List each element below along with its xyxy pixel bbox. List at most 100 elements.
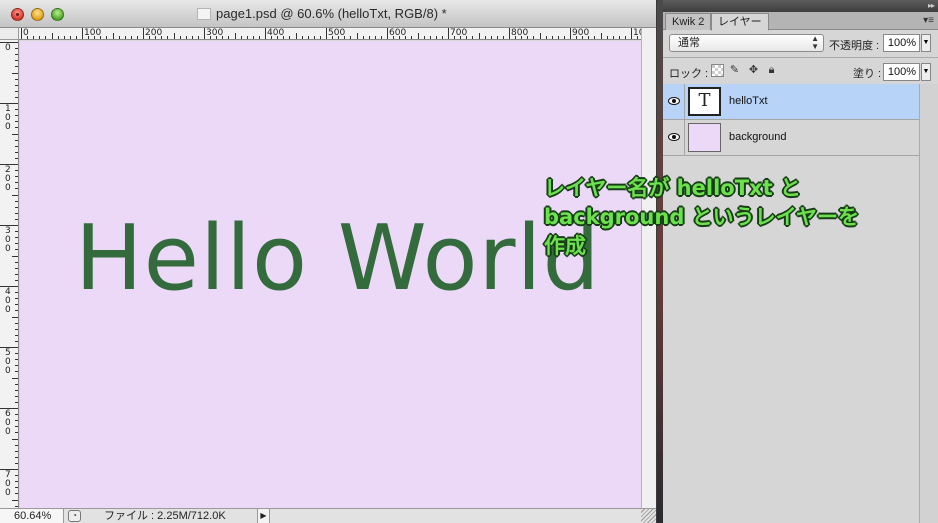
status-menu-arrow-icon[interactable]: ▶ [257, 509, 270, 523]
ruler-minor-tick [344, 36, 346, 39]
close-window-button[interactable] [11, 8, 24, 21]
ruler-minor-tick [75, 36, 77, 39]
minimize-window-button[interactable] [31, 8, 44, 21]
ruler-minor-tick [15, 322, 18, 324]
canvas-text-layer[interactable]: Hello World [75, 209, 601, 309]
lock-pixels-brush-icon[interactable]: ✎ [728, 64, 741, 77]
ruler-minor-tick [576, 36, 578, 39]
ruler-major-tick [631, 28, 632, 39]
fill-dropdown-icon[interactable]: ▼ [921, 63, 931, 81]
resize-grip-icon[interactable] [641, 509, 656, 523]
ruler-minor-tick [179, 36, 181, 39]
ruler-minor-tick [527, 36, 529, 39]
zoom-window-button[interactable] [51, 8, 64, 21]
ruler-minor-tick [277, 36, 279, 39]
ruler-minor-tick [490, 36, 492, 39]
ruler-minor-tick [466, 36, 468, 39]
ruler-minor-tick [472, 36, 474, 39]
ruler-minor-tick [380, 36, 382, 39]
text-layer-thumbnail[interactable]: T [688, 87, 721, 116]
ruler-minor-tick [15, 383, 18, 385]
visibility-toggle[interactable] [663, 84, 685, 119]
background-layer-thumbnail[interactable] [688, 123, 721, 152]
ruler-minor-tick [15, 328, 18, 330]
ruler-minor-tick [539, 33, 541, 39]
ruler-label: 400 [5, 287, 11, 315]
tab-kwik2[interactable]: Kwik 2 [665, 13, 712, 30]
ruler-minor-tick [15, 78, 18, 80]
layers-panel: ▸▸ Kwik 2 レイヤー ▾≡ 通常 ▲ ▼ 不透明度 : 100% ▼ ロッ… [663, 0, 938, 523]
ruler-minor-tick [240, 36, 242, 39]
canvas[interactable]: Hello World [20, 41, 641, 508]
collapse-panel-icon[interactable]: ▸▸ [928, 0, 935, 12]
panel-tab-row: Kwik 2 レイヤー ▾≡ [663, 12, 938, 31]
document-title: page1.psd @ 60.6% (helloTxt, RGB/8) * [216, 6, 447, 21]
ruler-minor-tick [454, 36, 456, 39]
title-bar[interactable]: page1.psd @ 60.6% (helloTxt, RGB/8) * [0, 0, 656, 28]
blend-mode-select[interactable]: 通常 ▲ ▼ [669, 34, 824, 52]
ruler-label: 500 [328, 28, 346, 38]
lock-all-icon[interactable]: 🔒︎ [765, 64, 778, 77]
ruler-minor-tick [15, 200, 18, 202]
document-proxy-icon[interactable] [197, 8, 211, 20]
ruler-major-tick [326, 28, 327, 39]
layers-scrollbar[interactable] [919, 84, 938, 523]
ruler-minor-tick [545, 36, 547, 39]
status-info-icon[interactable]: ◔ [68, 510, 81, 522]
ruler-minor-tick [15, 182, 18, 184]
ruler-label: 600 [5, 409, 11, 437]
opacity-input[interactable]: 100% [883, 34, 920, 52]
ruler-minor-tick [289, 36, 291, 39]
lock-transparency-icon[interactable] [711, 64, 724, 77]
ruler-minor-tick [15, 371, 18, 373]
ruler-minor-tick [15, 48, 18, 50]
ruler-minor-tick [612, 36, 614, 39]
ruler-minor-tick [15, 493, 18, 495]
ruler-minor-tick [100, 36, 102, 39]
ruler-minor-tick [15, 261, 18, 263]
ruler-minor-tick [228, 36, 230, 39]
vertical-scrollbar[interactable] [641, 28, 656, 508]
layer-row-background[interactable]: background [663, 120, 919, 156]
layer-name[interactable]: background [729, 131, 787, 143]
ruler-minor-tick [12, 377, 18, 379]
ruler-major-tick [448, 28, 449, 39]
eye-icon [668, 97, 680, 105]
opacity-dropdown-icon[interactable]: ▼ [921, 34, 931, 52]
lock-label: ロック : [669, 68, 709, 80]
ruler-minor-tick [173, 33, 175, 39]
tab-layers[interactable]: レイヤー [711, 13, 769, 31]
ruler-minor-tick [417, 33, 419, 39]
layer-name[interactable]: helloTxt [729, 95, 768, 107]
ruler-minor-tick [15, 243, 18, 245]
ruler-major-tick [82, 28, 83, 39]
panel-top-bar[interactable]: ▸▸ [663, 0, 938, 12]
ruler-minor-tick [15, 292, 18, 294]
annotation-line: 作成 [544, 234, 586, 258]
ruler-label: 100 [84, 28, 102, 38]
ruler-minor-tick [15, 54, 18, 56]
panel-menu-icon[interactable]: ▾≡ [923, 16, 934, 26]
lock-position-move-icon[interactable]: ✥ [747, 64, 760, 77]
ruler-minor-tick [15, 109, 18, 111]
ruler-minor-tick [15, 60, 18, 62]
ruler-minor-tick [15, 304, 18, 306]
document-window: page1.psd @ 60.6% (helloTxt, RGB/8) * 0 1… [0, 0, 656, 523]
vertical-ruler[interactable]: 0 100 200 300 400 500 600 700 [0, 40, 19, 508]
ruler-label: 900 [572, 28, 590, 38]
horizontal-ruler[interactable]: 0100200300400500600700800900100 [19, 28, 641, 40]
zoom-level[interactable]: 60.64% [0, 509, 64, 523]
fill-input[interactable]: 100% [883, 63, 920, 81]
ruler-minor-tick [15, 389, 18, 391]
ruler-minor-tick [185, 36, 187, 39]
ruler-minor-tick [15, 170, 18, 172]
ruler-minor-tick [15, 66, 18, 68]
ruler-origin[interactable] [0, 28, 19, 40]
layer-row-hellotxt[interactable]: T helloTxt [663, 84, 919, 120]
ruler-minor-tick [557, 36, 559, 39]
ruler-minor-tick [319, 36, 321, 39]
ruler-minor-tick [167, 36, 169, 39]
ruler-minor-tick [600, 33, 602, 39]
ruler-minor-tick [496, 36, 498, 39]
visibility-toggle[interactable] [663, 120, 685, 155]
